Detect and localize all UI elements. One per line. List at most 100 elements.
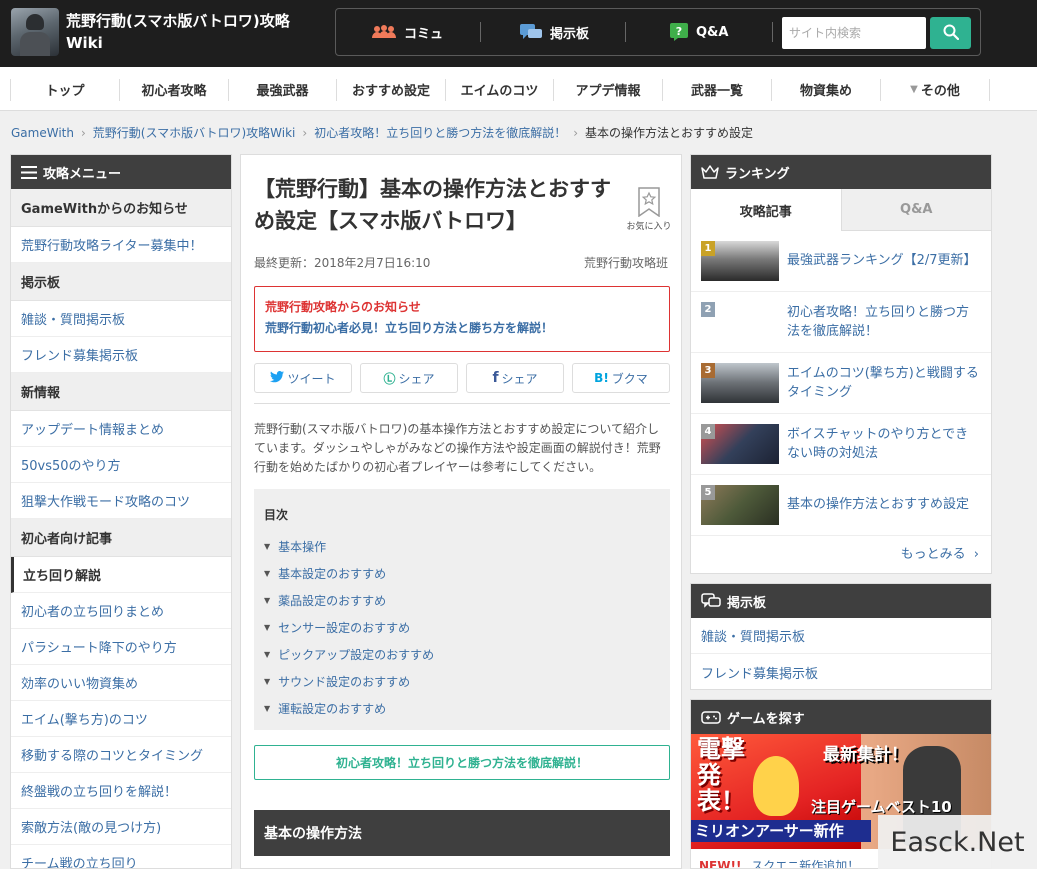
menu-best-weapon[interactable]: 最強武器: [229, 67, 336, 111]
menu-settings[interactable]: おすすめ設定: [337, 67, 445, 111]
nav-bbs[interactable]: 掲示板: [520, 9, 589, 55]
new-game-label: スクエニ新作追加！: [751, 859, 860, 869]
left-menu-item[interactable]: 効率のいい物資集め: [11, 665, 231, 701]
ranking-thumbnail: 4: [701, 424, 779, 464]
share-twitter-button[interactable]: ツイート: [254, 363, 352, 393]
facebook-icon: f: [492, 370, 499, 386]
left-menu-item[interactable]: 雑談・質問掲示板: [11, 301, 231, 337]
menu-supplies[interactable]: 物資集め: [772, 67, 880, 111]
toc-item[interactable]: ▼ センサー設定のおすすめ: [264, 614, 660, 641]
ranking-item[interactable]: 2 初心者攻略！立ち回りと勝つ方法を徹底解説！: [691, 292, 991, 353]
nav-separator: [772, 22, 773, 42]
toc-item[interactable]: ▼ 基本操作: [264, 533, 660, 560]
left-menu-item[interactable]: 荒野行動攻略ライター募集中！: [11, 227, 231, 263]
nav-qa[interactable]: ? Q&A: [670, 9, 728, 55]
menu-other-label: その他: [920, 83, 960, 99]
question-icon: ?: [670, 23, 688, 41]
chevron-right-icon: ›: [973, 547, 979, 562]
game-search-header: ゲームを探す: [691, 700, 991, 734]
triangle-down-icon: ▼: [910, 83, 918, 95]
left-menu-item[interactable]: フレンド募集掲示板: [11, 337, 231, 373]
menu-other[interactable]: ▼ その他: [881, 67, 989, 111]
new-game-link[interactable]: NEW!! スクエニ新作追加！: [699, 857, 860, 869]
nav-bbs-label: 掲示板: [550, 26, 590, 42]
left-menu-item[interactable]: 狙撃大作戦モード攻略のコツ: [11, 483, 231, 519]
svg-text:?: ?: [676, 25, 682, 38]
tab-qa[interactable]: Q&A: [840, 189, 991, 231]
bbs-link[interactable]: フレンド募集掲示板: [691, 654, 991, 690]
ranking-item[interactable]: 4 ボイスチャットのやり方とできない時の対処法: [691, 414, 991, 475]
ranking-item-title: ボイスチャットのやり方とできない時の対処法: [787, 427, 969, 461]
nav-separator: [625, 22, 626, 42]
notice-box: 荒野行動攻略からのお知らせ 荒野行動初心者必見！立ち回り方法と勝ち方を解説！: [254, 286, 670, 352]
toc-item[interactable]: ▼ 薬品設定のおすすめ: [264, 587, 660, 614]
triangle-down-icon: ▼: [264, 677, 271, 686]
toc-item[interactable]: ▼ ピックアップ設定のおすすめ: [264, 641, 660, 668]
menu-beginner[interactable]: 初心者攻略: [120, 67, 228, 111]
site-header: 荒野行動(スマホ版バトロワ)攻略Wiki コミュ 掲示板 ? Q&A: [0, 0, 1037, 67]
left-menu-item[interactable]: 終盤戦の立ち回りを解説！: [11, 773, 231, 809]
hamburger-icon: [21, 165, 37, 179]
hatena-icon: B!: [594, 371, 609, 385]
search-input[interactable]: [782, 17, 926, 49]
share-facebook-button[interactable]: f シェア: [466, 363, 564, 393]
menu-top[interactable]: トップ: [11, 67, 119, 111]
page-title: 【荒野行動】基本の操作方法とおすすめ設定【スマホ版バトロワ】: [254, 177, 611, 233]
bbs-header: 掲示板: [691, 584, 991, 618]
left-menu-item[interactable]: 50vs50のやり方: [11, 447, 231, 483]
notice-title: 荒野行動攻略からのお知らせ: [265, 300, 421, 314]
menu-update[interactable]: アプデ情報: [554, 67, 662, 111]
menu-weapons[interactable]: 武器一覧: [663, 67, 771, 111]
beginner-guide-button[interactable]: 初心者攻略！立ち回りと勝つ方法を徹底解説！: [254, 745, 670, 780]
crown-icon: [701, 165, 719, 179]
notice-link[interactable]: 荒野行動初心者必見！立ち回り方法と勝ち方を解説！: [265, 317, 659, 339]
header-nav: コミュ 掲示板 ? Q&A: [335, 8, 981, 56]
intro-text: 荒野行動(スマホ版バトロワ)の基本操作方法とおすすめ設定について紹介しています。…: [254, 422, 661, 474]
toc-item[interactable]: ▼ 運転設定のおすすめ: [264, 695, 660, 722]
breadcrumb-link[interactable]: 荒野行動(スマホ版バトロワ)攻略Wiki: [93, 126, 296, 140]
nav-community[interactable]: コミュ: [372, 9, 443, 55]
left-menu-item[interactable]: 移動する際のコツとタイミング: [11, 737, 231, 773]
community-icon: [372, 25, 396, 39]
left-menu-item[interactable]: チーム戦の立ち回り: [11, 845, 231, 868]
left-menu-item-active[interactable]: 立ち回り解説: [11, 557, 231, 593]
left-menu-item[interactable]: 索敵方法(敵の見つけ方): [11, 809, 231, 845]
triangle-down-icon: ▼: [264, 650, 271, 659]
toc-item[interactable]: ▼ 基本設定のおすすめ: [264, 560, 660, 587]
menu-aim[interactable]: エイムのコツ: [446, 67, 553, 111]
left-menu-item[interactable]: パラシュート降下のやり方: [11, 629, 231, 665]
chevron-right-icon: ›: [573, 126, 579, 140]
search-button[interactable]: [930, 17, 971, 49]
triangle-down-icon: ▼: [264, 596, 271, 605]
left-menu-item[interactable]: 初心者の立ち回りまとめ: [11, 593, 231, 629]
ranking-item[interactable]: 1 最強武器ランキング【2/7更新】: [691, 231, 991, 292]
left-menu-item[interactable]: エイム(撃ち方)のコツ: [11, 701, 231, 737]
breadcrumb-current: 基本の操作方法とおすすめ設定: [585, 126, 754, 140]
breadcrumb-link[interactable]: GameWith: [11, 126, 74, 140]
share-label: シェア: [398, 371, 435, 386]
bbs-link[interactable]: 雑談・質問掲示板: [691, 618, 991, 654]
toc-item-label: サウンド設定のおすすめ: [278, 675, 411, 689]
nav-community-label: コミュ: [404, 26, 444, 42]
favorite-button[interactable]: お気に入り: [625, 187, 673, 232]
triangle-down-icon: ▼: [264, 569, 271, 578]
ranking-item[interactable]: 5 基本の操作方法とおすすめ設定: [691, 475, 991, 536]
share-hatena-button[interactable]: B! ブクマ: [572, 363, 670, 393]
tab-articles[interactable]: 攻略記事: [691, 189, 841, 231]
more-link[interactable]: もっとみる ›: [901, 543, 979, 562]
left-menu-item[interactable]: アップデート情報まとめ: [11, 411, 231, 447]
section-heading: 基本の操作方法: [254, 810, 670, 856]
ranking-item[interactable]: 3 エイムのコツ(撃ち方)と戦闘するタイミング: [691, 353, 991, 414]
ranking-thumbnail: 3: [701, 363, 779, 403]
gamepad-icon: [701, 710, 721, 724]
toc-title: 目次: [264, 508, 289, 522]
share-line-button[interactable]: Ⓛ シェア: [360, 363, 458, 393]
toc-item[interactable]: ▼ サウンド設定のおすすめ: [264, 668, 660, 695]
author[interactable]: 荒野行動攻略班: [584, 254, 668, 271]
triangle-down-icon: ▼: [264, 542, 271, 551]
site-logo[interactable]: [11, 8, 59, 56]
line-icon: Ⓛ: [383, 371, 396, 386]
site-title[interactable]: 荒野行動(スマホ版バトロワ)攻略Wiki: [66, 10, 306, 54]
ranking-item-title: エイムのコツ(撃ち方)と戦闘するタイミング: [787, 366, 979, 400]
breadcrumb-link[interactable]: 初心者攻略！立ち回りと勝つ方法を徹底解説！: [314, 126, 566, 140]
